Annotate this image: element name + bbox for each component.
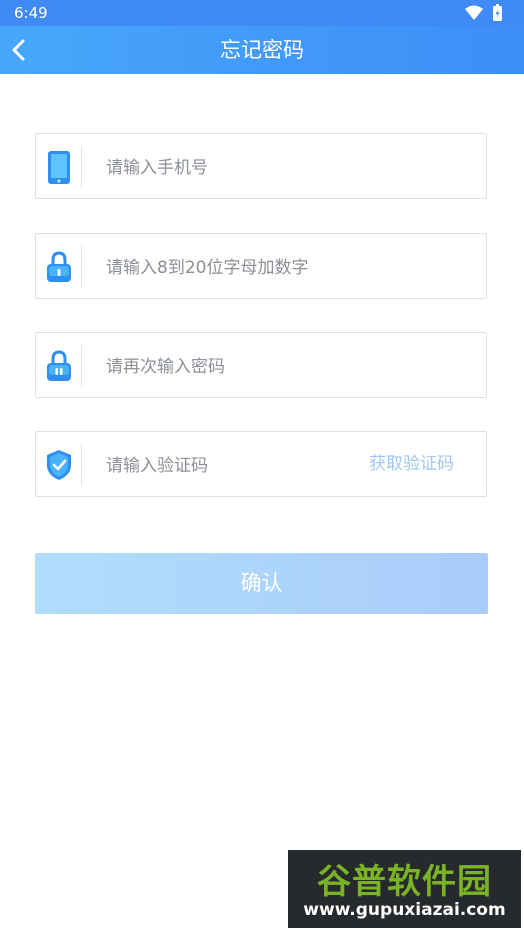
system-icons	[465, 4, 502, 21]
lock-icon	[47, 350, 71, 381]
app-bar: 忘记密码	[0, 26, 524, 74]
watermark-title: 谷普软件园	[317, 862, 492, 902]
page-title: 忘记密码	[220, 38, 304, 62]
verification-code-field: 获取验证码	[35, 431, 487, 497]
get-code-button[interactable]: 获取验证码	[369, 432, 454, 496]
password-field	[35, 233, 487, 299]
status-bar: 6:49	[0, 0, 524, 26]
status-time: 6:49	[14, 4, 48, 22]
password-input[interactable]	[104, 248, 468, 288]
shield-check-icon	[47, 450, 71, 480]
confirm-password-input[interactable]	[104, 347, 348, 387]
watermark-url: www.gupuxiazai.com	[303, 900, 506, 920]
field-divider	[81, 146, 82, 188]
lock-icon	[47, 251, 71, 282]
field-divider	[81, 246, 82, 288]
watermark: 谷普软件园 www.gupuxiazai.com	[288, 850, 521, 928]
phone-input[interactable]	[104, 148, 348, 188]
verification-code-input[interactable]	[104, 446, 348, 486]
field-divider	[81, 444, 82, 486]
phone-field	[35, 133, 487, 199]
confirm-password-field	[35, 332, 487, 398]
phone-icon	[48, 151, 70, 184]
back-arrow-icon	[12, 39, 25, 61]
confirm-button[interactable]: 确认	[35, 553, 488, 614]
wifi-icon	[465, 5, 483, 20]
back-button[interactable]	[0, 26, 44, 74]
field-divider	[81, 345, 82, 387]
